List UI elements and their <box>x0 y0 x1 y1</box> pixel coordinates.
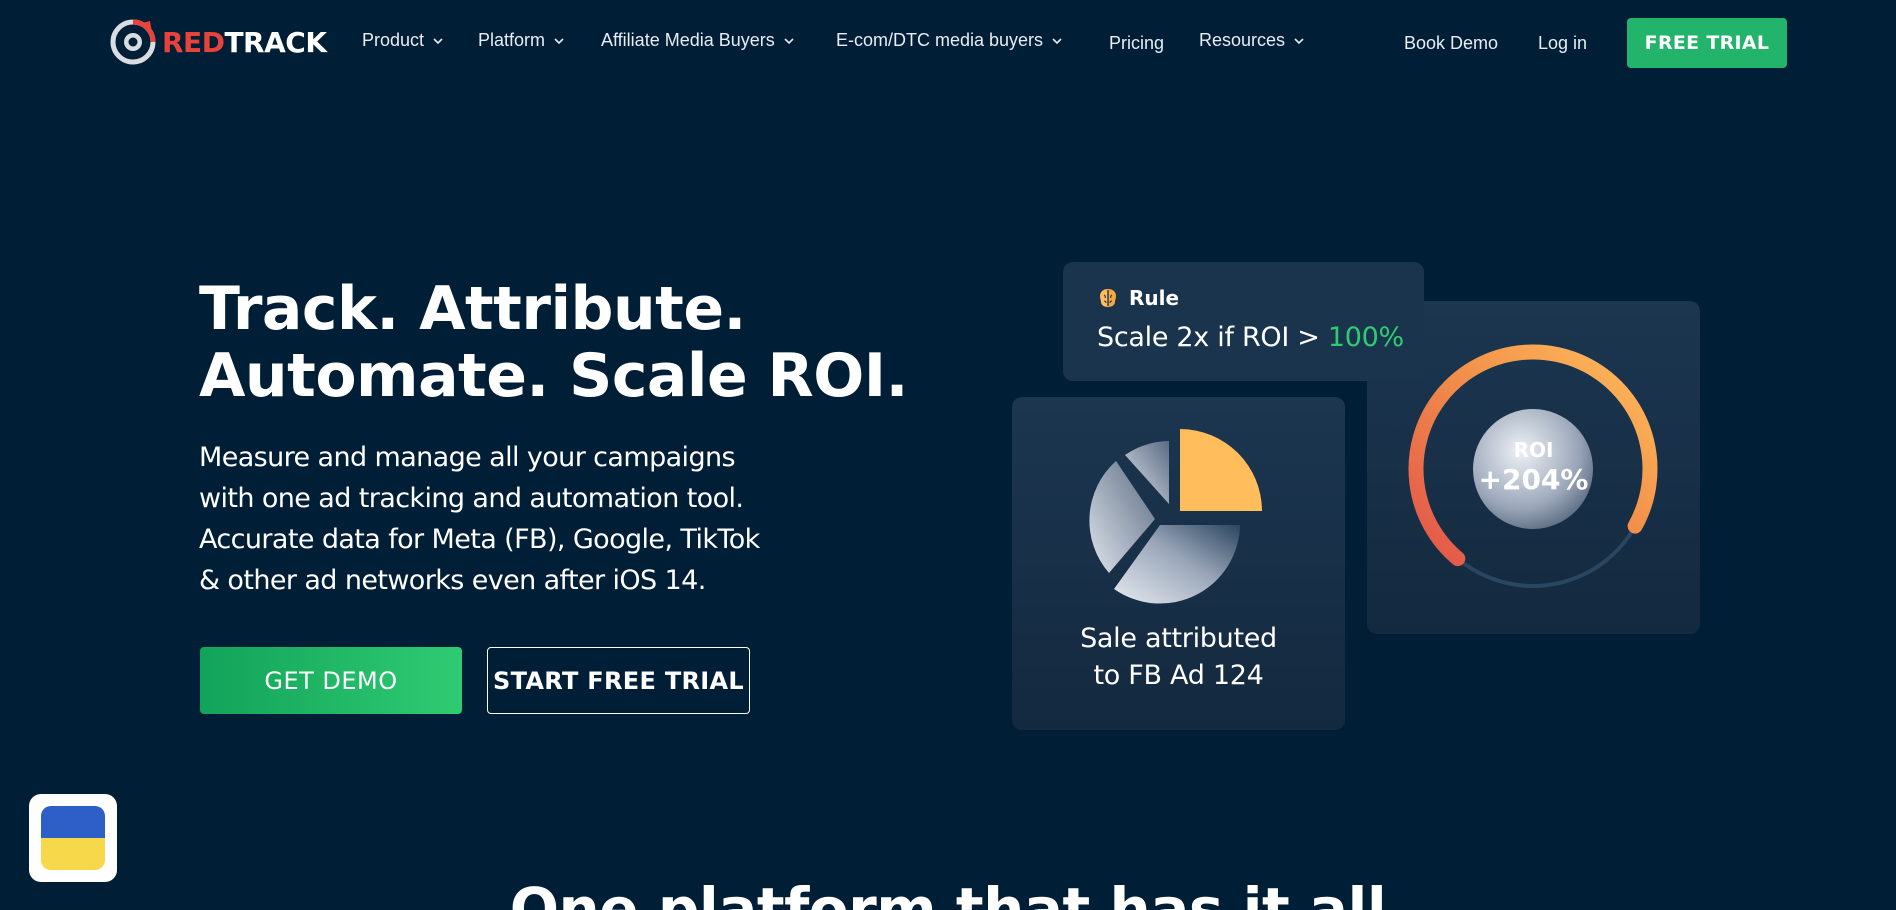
logo-text-white: TRACK <box>224 25 327 59</box>
ukraine-flag-icon <box>41 806 105 870</box>
start-free-trial-button[interactable]: START FREE TRIAL <box>487 647 750 714</box>
book-demo-label: Book Demo <box>1404 33 1499 53</box>
hero-title: Track. Attribute. Automate. Scale ROI. <box>199 276 919 410</box>
section-heading: One platform that has it all <box>509 875 1387 910</box>
hero-title-line-1: Track. Attribute. <box>199 274 746 344</box>
sale-card-line-2: to FB Ad 124 <box>1093 660 1264 691</box>
ukraine-support-badge[interactable] <box>29 794 117 882</box>
chevron-down-icon <box>784 37 794 44</box>
free-trial-button[interactable]: FREE TRIAL <box>1627 18 1787 68</box>
hero-subtitle-line: Accurate data for Meta (FB), Google, Tik… <box>199 524 760 555</box>
redtrack-logo-icon <box>110 19 156 65</box>
sale-card: Sale attributed to FB Ad 124 <box>1012 397 1345 730</box>
nav-item-label: E-com/DTC media buyers <box>836 30 1044 50</box>
rule-card-text: Scale 2x if ROI > 100% <box>1097 322 1404 353</box>
chevron-down-icon <box>554 37 564 44</box>
nav-item-affiliate-media-buyers[interactable]: Affiliate Media Buyers <box>601 30 795 51</box>
hero-title-line-2: Automate. Scale ROI. <box>199 341 908 411</box>
sale-card-line-1: Sale attributed <box>1080 623 1277 654</box>
hero-subtitle-line: with one ad tracking and automation tool… <box>199 483 744 514</box>
nav-item-platform[interactable]: Platform <box>478 30 565 51</box>
hero-subtitle-line: Measure and manage all your campaigns <box>199 442 736 473</box>
get-demo-button[interactable]: GET DEMO <box>200 647 462 714</box>
login-link[interactable]: Log in <box>1538 33 1587 54</box>
roi-value: +204% <box>1478 463 1589 496</box>
rule-card-header: Rule <box>1097 286 1179 310</box>
rule-text-highlight: 100% <box>1327 322 1404 353</box>
nav-item-product[interactable]: Product <box>362 30 444 51</box>
chevron-down-icon <box>1294 37 1304 44</box>
book-demo-link[interactable]: Book Demo <box>1404 33 1498 54</box>
logo-text-red: RED <box>162 25 225 59</box>
logo-wordmark: REDTRACK <box>162 26 327 59</box>
nav-item-label: Affiliate Media Buyers <box>601 30 775 50</box>
login-label: Log in <box>1538 33 1588 53</box>
pie-chart-icon <box>1089 429 1262 604</box>
brain-icon <box>1100 289 1116 307</box>
nav-item-pricing[interactable]: Pricing <box>1109 33 1164 54</box>
nav-item-label: Pricing <box>1109 33 1165 53</box>
hero-subtitle-line: & other ad networks even after iOS 14. <box>199 565 706 596</box>
top-navigation: REDTRACK Product Platform Affiliate Medi… <box>0 0 1896 86</box>
chevron-down-icon <box>1052 37 1062 44</box>
nav-item-label: Platform <box>478 30 546 50</box>
rule-card: Rule Scale 2x if ROI > 100% <box>1063 262 1424 381</box>
nav-item-resources[interactable]: Resources <box>1199 30 1305 51</box>
nav-item-ecom-dtc-media-buyers[interactable]: E-com/DTC media buyers <box>836 30 1063 51</box>
sale-card-text: Sale attributed to FB Ad 124 <box>1012 620 1345 694</box>
nav-item-label: Resources <box>1199 30 1286 50</box>
rule-text-prefix: Scale 2x if ROI > <box>1097 322 1328 353</box>
hero-subtitle: Measure and manage all your campaigns wi… <box>199 437 839 601</box>
roi-label: ROI <box>1513 438 1554 462</box>
rule-card-title: Rule <box>1129 286 1180 310</box>
chevron-down-icon <box>433 37 443 44</box>
redtrack-logo[interactable]: REDTRACK <box>110 18 327 66</box>
nav-item-label: Product <box>362 30 425 50</box>
